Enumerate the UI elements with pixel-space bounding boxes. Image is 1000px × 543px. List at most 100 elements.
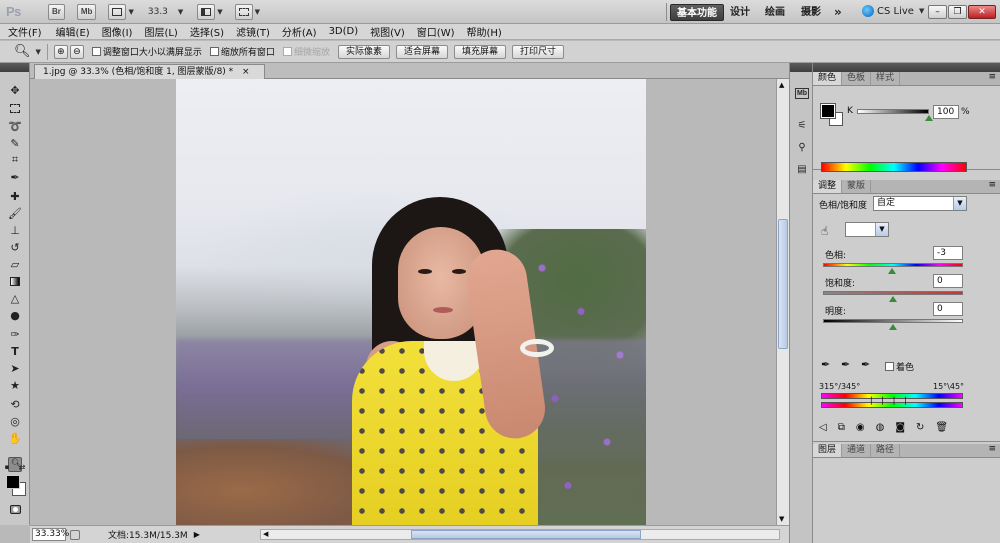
type-tool-icon[interactable]: T: [8, 344, 22, 358]
default-colors-icon[interactable]: ▪: [3, 463, 11, 471]
brush-presets-panel-icon[interactable]: ⚟: [794, 117, 810, 133]
clip-to-layer-icon[interactable]: ◉: [856, 422, 865, 438]
expand-view-icon[interactable]: ⧉: [838, 422, 845, 438]
quick-selection-tool-icon[interactable]: ✎: [8, 136, 22, 150]
menu-window[interactable]: 窗口(W): [417, 24, 455, 39]
scroll-up-icon[interactable]: ▲: [779, 81, 784, 89]
mini-bridge-panel-icon[interactable]: Mb: [794, 85, 810, 101]
gradient-tool-icon[interactable]: [8, 274, 22, 288]
menu-3d[interactable]: 3D(D): [329, 26, 359, 37]
hue-slider-thumb[interactable]: [888, 268, 896, 274]
workspace-photography[interactable]: 摄影: [795, 4, 827, 21]
colorize-checkbox[interactable]: 着色: [885, 360, 914, 373]
zoom-out-button[interactable]: ⊖: [69, 44, 84, 59]
reset-icon[interactable]: ↻: [916, 422, 924, 438]
tab-swatches[interactable]: 色板: [842, 72, 872, 85]
workspace-design[interactable]: 设计: [724, 4, 756, 21]
fit-screen-button[interactable]: 适合屏幕: [395, 44, 448, 59]
zoom-level[interactable]: 33.3: [148, 7, 176, 17]
minimize-button[interactable]: –: [928, 5, 947, 19]
menu-file[interactable]: 文件(F): [8, 24, 42, 39]
saturation-input[interactable]: 0: [933, 274, 963, 288]
panels-header[interactable]: [813, 63, 1000, 72]
lasso-tool-icon[interactable]: ➰: [8, 119, 22, 133]
zoom-in-button[interactable]: ⊕: [53, 44, 68, 59]
quick-mask-icon[interactable]: [8, 502, 22, 516]
tab-channels[interactable]: 通道: [842, 444, 872, 457]
status-menu-icon[interactable]: ▶: [194, 530, 200, 539]
vertical-scrollbar[interactable]: ▲ ▼: [776, 79, 789, 525]
dock-header[interactable]: [790, 63, 812, 72]
foreground-color-swatch[interactable]: [6, 475, 20, 489]
menu-layer[interactable]: 图层(L): [144, 24, 177, 39]
dodge-tool-icon[interactable]: ●: [8, 308, 22, 322]
crop-tool-icon[interactable]: ⌗: [8, 153, 22, 167]
chevron-down-icon[interactable]: ▼: [178, 8, 183, 16]
screen-mode-button[interactable]: [234, 3, 253, 20]
move-tool-icon[interactable]: ✥: [8, 83, 22, 97]
menu-help[interactable]: 帮助(H): [467, 24, 502, 39]
saturation-slider-thumb[interactable]: [889, 296, 897, 302]
range-handles[interactable]: ▏▏▏▏: [871, 397, 917, 405]
arrange-documents-button[interactable]: [197, 3, 216, 20]
fill-screen-button[interactable]: 填充屏幕: [453, 44, 506, 59]
tab-paths[interactable]: 路径: [871, 444, 901, 457]
status-zoom-field[interactable]: 33.33%: [32, 528, 69, 541]
swap-colors-icon[interactable]: ⇄: [18, 463, 26, 472]
scroll-down-icon[interactable]: ▼: [779, 515, 784, 523]
trash-icon[interactable]: 🗑︎: [935, 422, 948, 438]
eyedropper-minus-icon[interactable]: ✒: [861, 358, 870, 371]
menu-image[interactable]: 图像(I): [102, 24, 133, 39]
k-slider-thumb[interactable]: [925, 115, 933, 121]
blur-tool-icon[interactable]: △: [8, 291, 22, 305]
visibility-icon[interactable]: ◍: [876, 422, 885, 438]
menu-select[interactable]: 选择(S): [190, 24, 224, 39]
history-panel-icon[interactable]: ▤: [794, 161, 810, 177]
close-tab-icon[interactable]: ×: [242, 67, 250, 77]
view-previous-icon[interactable]: ◙: [895, 422, 905, 438]
pen-tool-icon[interactable]: ✑: [8, 327, 22, 341]
eyedropper-tool-icon[interactable]: ✒: [8, 170, 22, 184]
bridge-button[interactable]: Br: [48, 3, 65, 20]
tab-adjustments[interactable]: 调整: [813, 180, 843, 193]
eraser-tool-icon[interactable]: ▱: [8, 257, 22, 271]
lightness-slider[interactable]: [823, 319, 963, 323]
brush-tool-icon[interactable]: 🖌︎: [8, 206, 22, 220]
workspace-essentials[interactable]: 基本功能: [670, 4, 724, 21]
workspace-painting[interactable]: 绘画: [759, 4, 791, 21]
horizontal-scrollbar[interactable]: ◀: [260, 529, 780, 540]
lightness-slider-thumb[interactable]: [889, 324, 897, 330]
history-brush-tool-icon[interactable]: ↺: [8, 240, 22, 254]
menu-view[interactable]: 视图(V): [370, 24, 405, 39]
3d-orbit-tool-icon[interactable]: ◎: [8, 414, 22, 428]
chevron-down-icon[interactable]: ▼: [217, 8, 222, 16]
view-extras-button[interactable]: [108, 3, 127, 20]
tab-color[interactable]: 颜色: [813, 72, 843, 85]
saturation-slider[interactable]: [823, 291, 963, 295]
preset-dropdown[interactable]: 自定 ▼: [873, 196, 967, 211]
lightness-input[interactable]: 0: [933, 302, 963, 316]
horizontal-scroll-thumb[interactable]: [411, 530, 641, 539]
vertical-scroll-thumb[interactable]: [778, 219, 788, 349]
color-fg-swatch[interactable]: [820, 103, 836, 119]
mini-bridge-button[interactable]: Mb: [76, 3, 97, 20]
marquee-tool-icon[interactable]: [8, 101, 22, 115]
zoom-all-windows-checkbox[interactable]: 缩放所有窗口: [209, 45, 275, 58]
tools-panel-header[interactable]: [0, 63, 29, 72]
hue-input[interactable]: -3: [933, 246, 963, 260]
panel-menu-icon[interactable]: ≡: [988, 72, 1000, 85]
close-button[interactable]: ✕: [968, 5, 996, 19]
k-channel-slider[interactable]: [857, 109, 929, 114]
menu-edit[interactable]: 编辑(E): [56, 24, 90, 39]
hand-tool-icon[interactable]: ✋: [8, 431, 22, 445]
hue-slider[interactable]: [823, 263, 963, 267]
panel-menu-icon[interactable]: ≡: [988, 180, 1000, 193]
tool-preset-picker[interactable]: 🔍︎ ▼: [14, 44, 41, 59]
clone-source-panel-icon[interactable]: ⚲: [794, 139, 810, 155]
shape-tool-icon[interactable]: ★: [8, 378, 22, 392]
menu-filter[interactable]: 滤镜(T): [236, 24, 270, 39]
status-info-icon[interactable]: [70, 529, 80, 540]
back-arrow-icon[interactable]: ◁: [819, 422, 827, 438]
print-size-button[interactable]: 打印尺寸: [512, 44, 565, 59]
resize-windows-checkbox[interactable]: 调整窗口大小以满屏显示: [91, 45, 202, 58]
